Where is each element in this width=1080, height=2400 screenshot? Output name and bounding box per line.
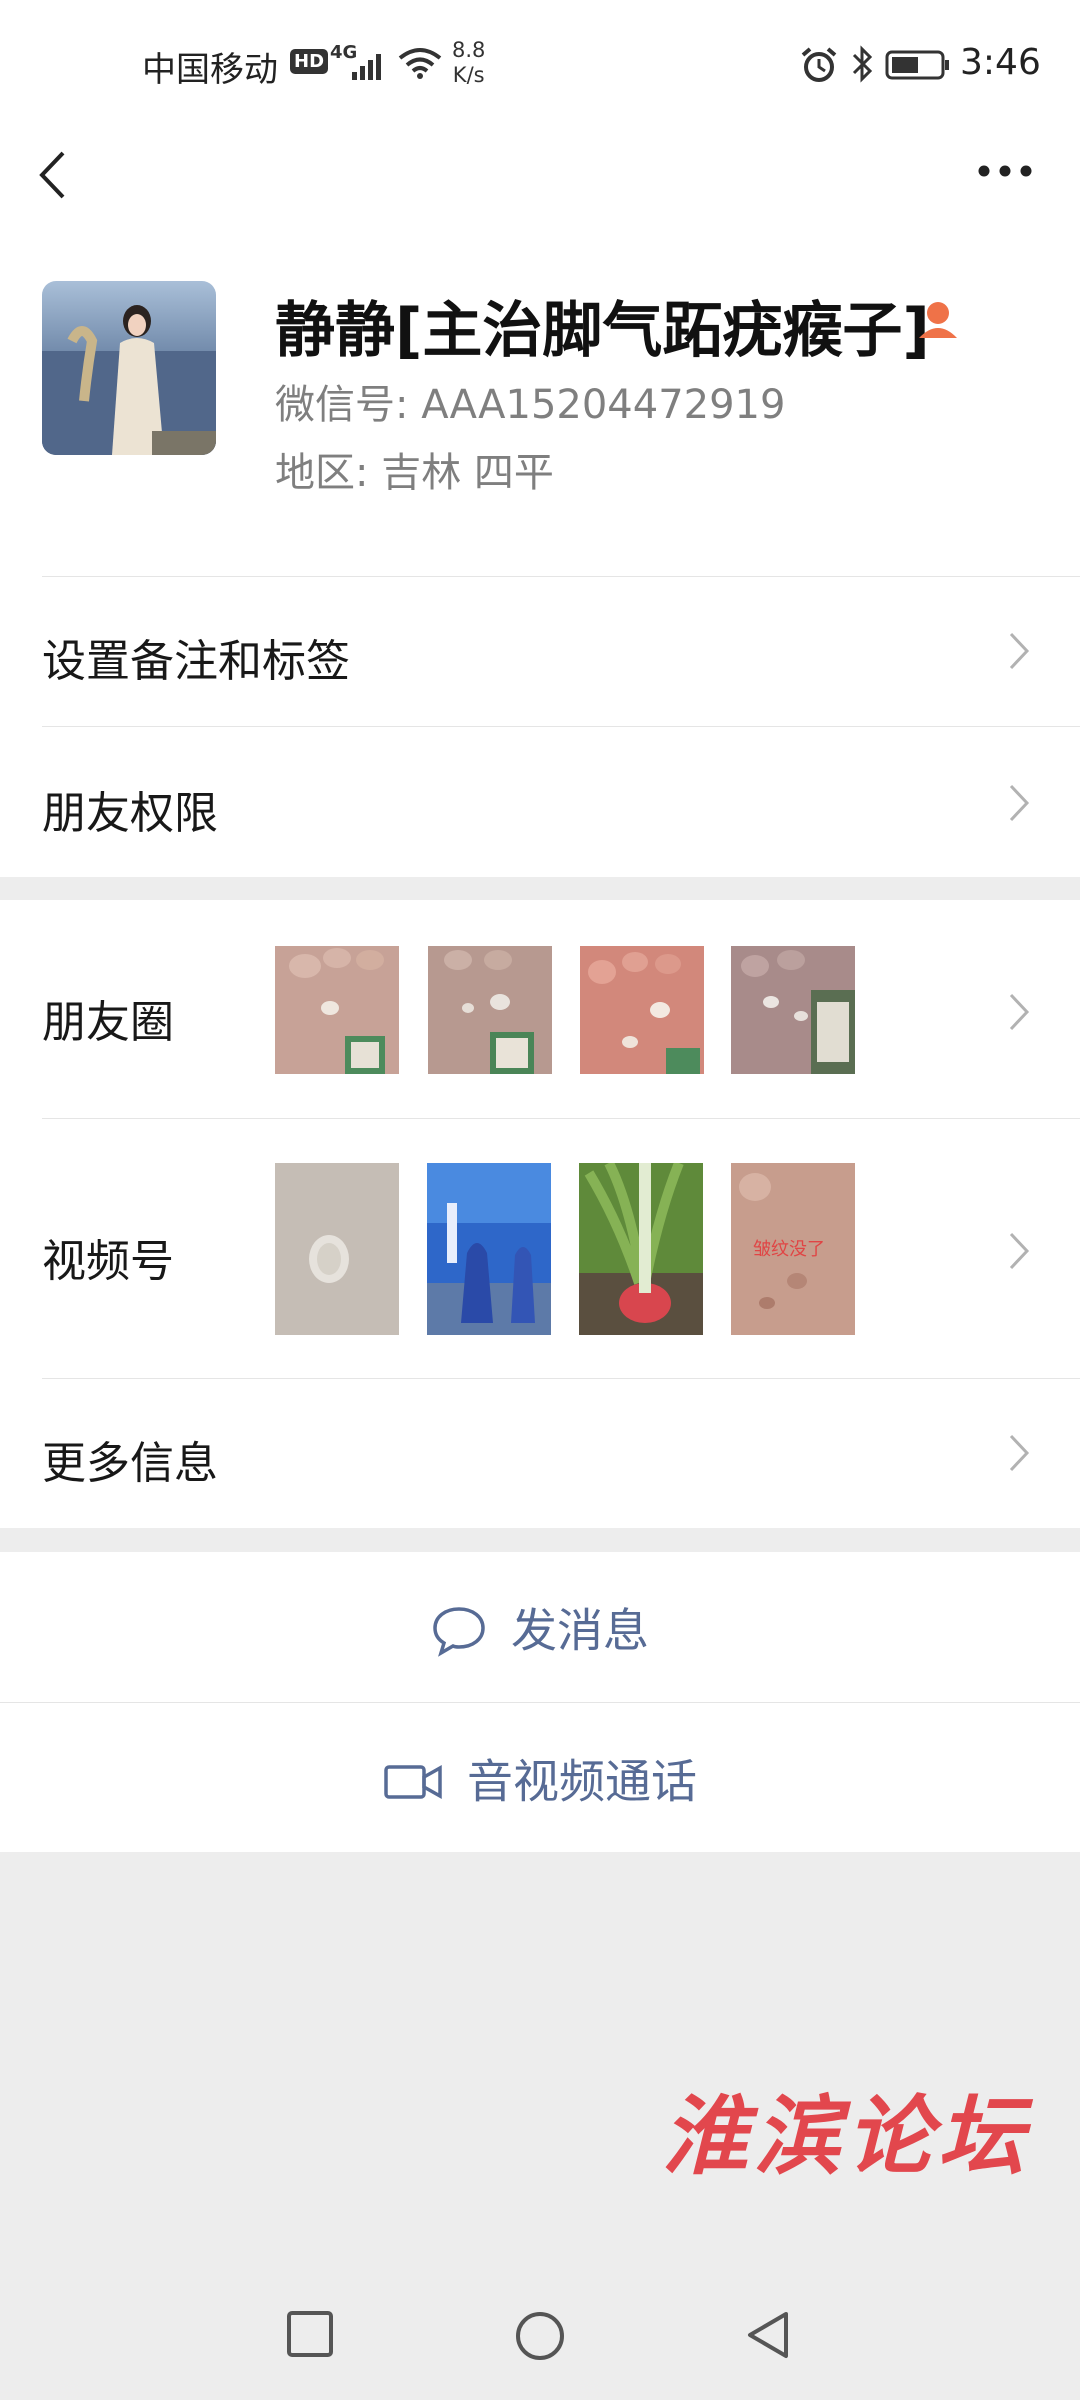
cell-more-info[interactable]: 更多信息: [0, 1379, 1080, 1528]
channels-thumbnail[interactable]: [579, 1163, 703, 1335]
battery-icon: [885, 50, 949, 80]
more-options-icon[interactable]: [978, 164, 1032, 178]
back-nav-icon[interactable]: [744, 2310, 792, 2360]
send-message-label: 发消息: [511, 1603, 649, 1658]
speed-value: 8.8: [452, 38, 486, 62]
video-call-label: 音视频通话: [467, 1754, 697, 1809]
cell-more-info-label: 更多信息: [42, 1438, 218, 1489]
cell-remark-label: 设置备注和标签: [42, 636, 350, 687]
chevron-right-icon: [1009, 993, 1030, 1031]
recent-apps-icon[interactable]: [286, 2310, 334, 2358]
cell-remark[interactable]: 设置备注和标签: [0, 577, 1080, 726]
channels-thumbnail[interactable]: 皱纹没了: [731, 1163, 855, 1335]
speed-unit: K/s: [452, 63, 485, 87]
send-message-button[interactable]: 发消息: [0, 1552, 1080, 1702]
carrier-label: 中国移动: [142, 50, 278, 90]
contact-badge-icon: [919, 302, 957, 338]
alarm-icon: [801, 47, 837, 82]
clock: 3:46: [960, 42, 1041, 83]
moments-thumbnail[interactable]: [580, 946, 704, 1074]
region: 地区: 吉林 四平: [275, 450, 554, 496]
status-bar: 中国移动 HD 4G 8.8 K/s 3:46: [0, 0, 1080, 120]
home-icon[interactable]: [514, 2310, 566, 2362]
video-call-button[interactable]: 音视频通话: [0, 1703, 1080, 1853]
signal-icon: [352, 54, 381, 80]
chevron-right-icon: [1009, 632, 1030, 670]
moments-thumbnail[interactable]: [275, 946, 399, 1074]
cell-channels-label: 视频号: [42, 1236, 174, 1287]
cell-permissions[interactable]: 朋友权限: [0, 727, 1080, 877]
moments-thumbnail[interactable]: [731, 946, 855, 1074]
channels-thumb-caption: 皱纹没了: [753, 1239, 825, 1260]
bluetooth-icon: [852, 45, 873, 83]
channels-thumbnail[interactable]: [275, 1163, 399, 1335]
chat-bubble-icon: [433, 1606, 485, 1657]
cell-moments-label: 朋友圈: [42, 997, 174, 1048]
network-speed: 8.8 K/s: [452, 38, 485, 88]
wifi-icon: [398, 48, 442, 79]
video-camera-icon: [384, 1764, 442, 1799]
hd-indicator: HD: [290, 49, 329, 74]
chevron-right-icon: [1009, 1232, 1030, 1270]
wechat-id: 微信号: AAA15204472919: [275, 382, 786, 428]
back-icon[interactable]: [38, 150, 68, 200]
chevron-right-icon: [1009, 784, 1030, 822]
contact-name: 静静[主治脚气跖疣瘊子]: [275, 296, 930, 366]
avatar[interactable]: [42, 281, 216, 455]
cell-permissions-label: 朋友权限: [42, 788, 218, 839]
chevron-right-icon: [1009, 1434, 1030, 1472]
moments-thumbnail[interactable]: [428, 946, 552, 1074]
watermark: 淮滨论坛: [662, 2086, 1030, 2187]
channels-thumbnail[interactable]: [427, 1163, 551, 1335]
